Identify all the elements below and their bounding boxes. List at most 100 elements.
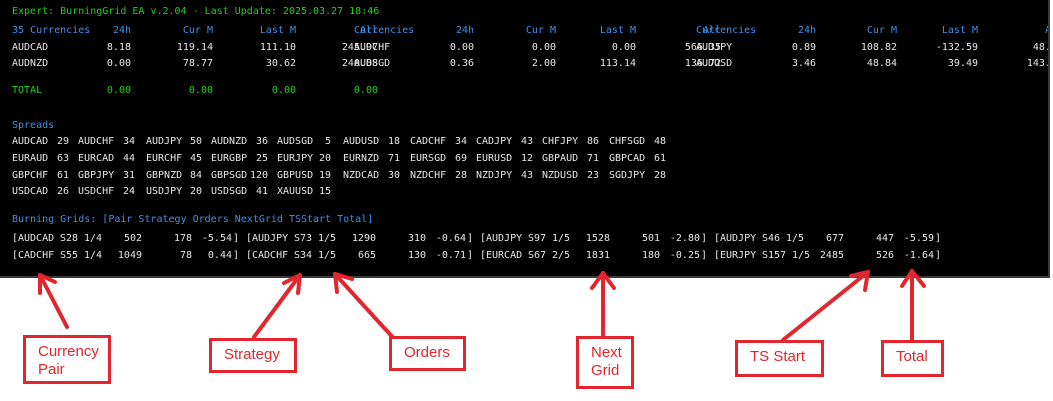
grid-orders: 1/4	[84, 250, 103, 261]
grid-total: -0.64	[435, 233, 466, 244]
currency-pair-cell: AUDSGD	[354, 58, 391, 69]
total-value: 0.00	[271, 85, 296, 96]
grid-orders: 2/5	[552, 250, 571, 261]
spread-value: 34	[122, 136, 135, 147]
grid-pair: AUDJPY	[720, 233, 757, 244]
label-orders: Orders	[389, 336, 466, 371]
col-header-currencies: Currencies	[354, 25, 415, 36]
grid-next-grid: 502	[123, 233, 142, 244]
grid-next-grid: 677	[825, 233, 844, 244]
col-header: Last M	[599, 25, 636, 36]
spreads-title: Spreads	[12, 120, 55, 131]
burning-grids-title: Burning Grids: [Pair Strategy Orders Nex…	[12, 214, 374, 225]
grid-next-grid: 1831	[585, 250, 610, 261]
grid-total: -1.64	[903, 250, 934, 261]
grid-strategy: S97	[528, 233, 547, 244]
grid-pair: EURJPY	[720, 250, 757, 261]
col-header: 24h	[112, 25, 131, 36]
grid-strategy: S157	[762, 250, 787, 261]
spread-value: 29	[56, 136, 69, 147]
spread-value: 23	[586, 170, 599, 181]
total-label: TOTAL	[12, 85, 43, 96]
arrow-next-grid	[590, 271, 616, 337]
spread-value: 48	[653, 136, 666, 147]
spread-value: 15	[318, 186, 331, 197]
spread-value: 25	[255, 153, 268, 164]
col-header: All	[1003, 25, 1048, 37]
grid-orders: 1/5	[552, 233, 571, 244]
col-header: Last M	[941, 25, 978, 36]
value-cell: 3.46	[791, 58, 816, 69]
currency-pair-cell: AUDCAD	[12, 42, 49, 53]
ea-header: Expert: BurningGrid EA v.2.04 - Last Upd…	[12, 6, 380, 17]
spread-value: 86	[586, 136, 599, 147]
col-header: Cur M	[182, 25, 213, 36]
terminal-panel: Expert: BurningGrid EA v.2.04 - Last Upd…	[0, 0, 1050, 278]
value-cell: 0.89	[791, 42, 816, 53]
col-header: Last M	[259, 25, 296, 36]
value-cell: 78.77	[182, 58, 213, 69]
spread-value: 28	[653, 170, 666, 181]
label-ts-start: TS Start	[735, 340, 824, 377]
value-cell: 48.84	[866, 58, 897, 69]
currency-pair-cell: AUDUSD	[696, 58, 733, 69]
spread-value: 61	[56, 170, 69, 181]
spread-value: 34	[454, 136, 467, 147]
spread-value: 45	[189, 153, 202, 164]
grid-total: 0.44	[207, 250, 232, 261]
spread-value: 61	[653, 153, 666, 164]
col-header: 24h	[797, 25, 816, 36]
grid-next-grid: 665	[357, 250, 376, 261]
grid-pair: CADCHF	[18, 250, 55, 261]
spread-value: 63	[56, 153, 69, 164]
value-cell: 111.10	[259, 42, 296, 53]
value-cell: 0.00	[611, 42, 636, 53]
grid-orders: 1/5	[318, 233, 337, 244]
grid-total: -2.80	[669, 233, 700, 244]
spread-value: 41	[255, 186, 268, 197]
grid-pair: EURCAD	[486, 250, 523, 261]
grid-orders: 1/5	[786, 233, 805, 244]
value-cell: 143.63	[1026, 58, 1048, 69]
grid-total: -0.71	[435, 250, 466, 261]
spread-value: 43	[520, 170, 533, 181]
value-cell: 2.00	[531, 58, 556, 69]
spread-value: 20	[189, 186, 202, 197]
value-cell: 0.36	[449, 58, 474, 69]
value-cell: 30.62	[265, 58, 296, 69]
label-strategy: Strategy	[209, 338, 297, 373]
grid-next-grid: 1528	[585, 233, 610, 244]
spread-value: 28	[454, 170, 467, 181]
currency-pair-cell: AUDNZD	[12, 58, 49, 69]
arrow-ts-start	[781, 270, 870, 342]
spread-value: 43	[520, 136, 533, 147]
spread-value: 24	[122, 186, 135, 197]
value-cell: 113.14	[599, 58, 636, 69]
label-currency-pair: Currency Pair	[23, 335, 111, 384]
grid-next-grid: 2485	[819, 250, 844, 261]
col-header: Cur M	[525, 25, 556, 36]
spread-value: 71	[586, 153, 599, 164]
grid-total: -5.59	[903, 233, 934, 244]
label-next-grid: Next Grid	[576, 336, 634, 389]
grid-orders: 1/4	[84, 233, 103, 244]
value-cell: -132.59	[935, 42, 978, 53]
spread-value: 36	[255, 136, 268, 147]
spread-value: 31	[122, 170, 135, 181]
arrow-strategy	[252, 273, 302, 339]
value-cell: 0.00	[531, 42, 556, 53]
value-cell: 119.14	[176, 42, 213, 53]
grid-strategy: S73	[294, 233, 313, 244]
spread-value: 20	[318, 153, 331, 164]
grid-pair: AUDJPY	[486, 233, 523, 244]
col-header: Cur M	[866, 25, 897, 36]
total-value: 0.00	[106, 85, 131, 96]
spread-value: 5	[324, 136, 331, 147]
value-cell: 0.00	[449, 42, 474, 53]
grid-total: -5.54	[201, 233, 232, 244]
grid-strategy: S67	[528, 250, 547, 261]
currency-pair-cell: AUDJPY	[696, 42, 733, 53]
total-value: 0.00	[353, 85, 378, 96]
arrow-total	[900, 269, 926, 342]
value-cell: 0.00	[106, 58, 131, 69]
